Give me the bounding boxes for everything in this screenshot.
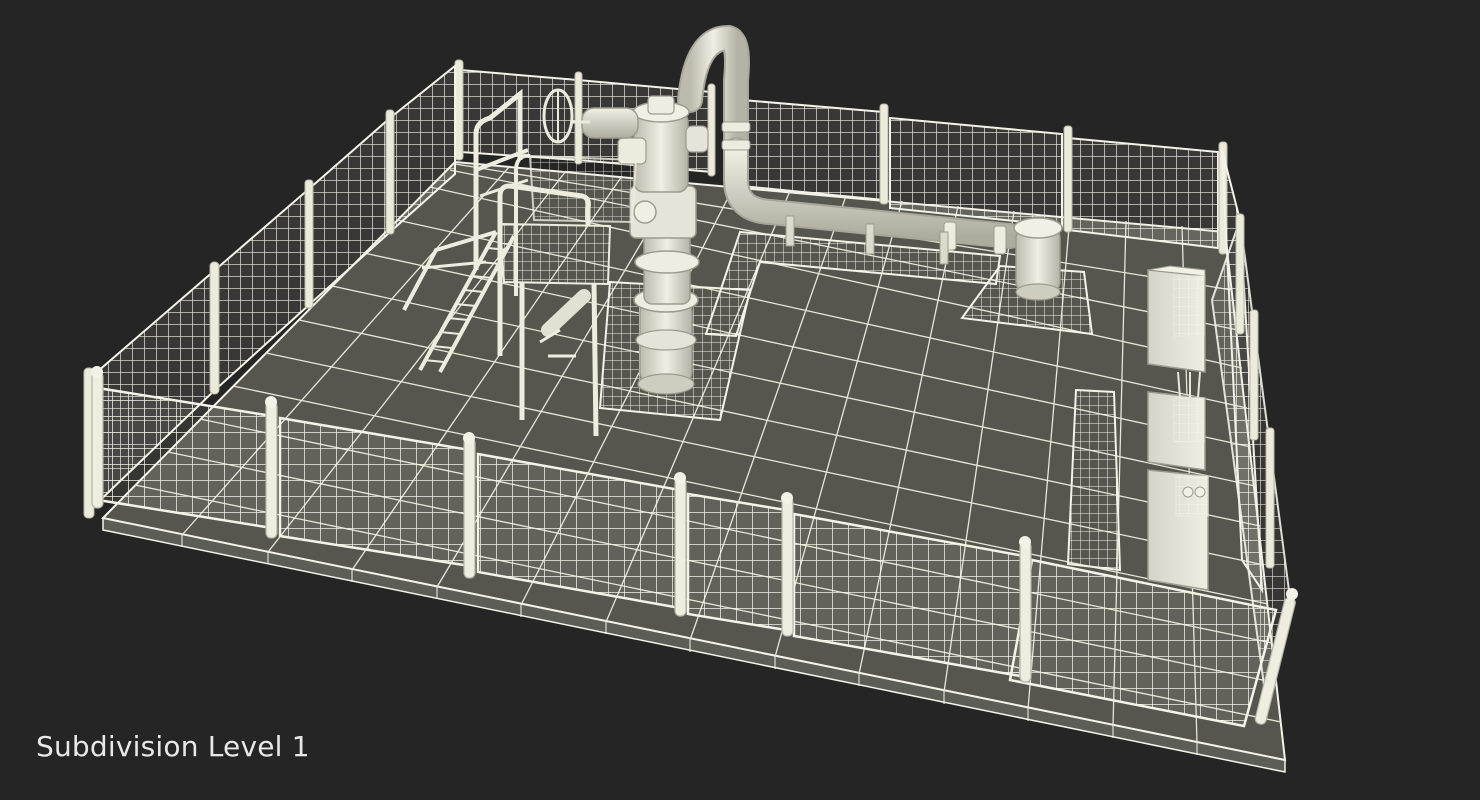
secondary-valve (1013, 217, 1063, 301)
grating-right-strip (1066, 388, 1122, 572)
subdivision-level-caption: Subdivision Level 1 (36, 730, 310, 763)
wellhead-platform-model (83, 24, 1298, 773)
electrical-cabinets (1147, 265, 1209, 591)
render-viewport: Subdivision Level 1 (0, 0, 1480, 800)
